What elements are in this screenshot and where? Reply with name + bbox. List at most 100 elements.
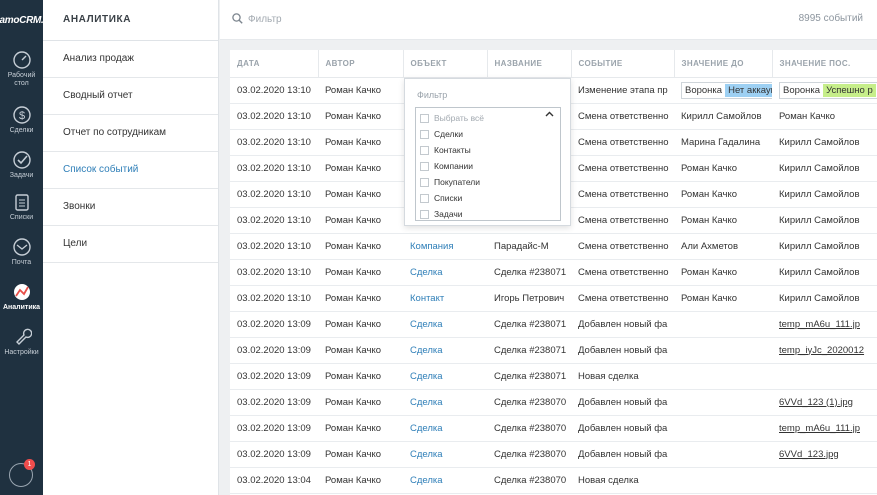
column-header[interactable]: НАЗВАНИЕ <box>487 50 572 78</box>
option-checkbox[interactable] <box>420 145 429 155</box>
option-checkbox[interactable] <box>420 209 429 219</box>
event-author: Роман Качко <box>318 181 403 208</box>
event-object-link[interactable]: Сделка <box>403 363 487 390</box>
value-before <box>674 467 772 494</box>
event-type: Смена ответственно <box>571 259 674 286</box>
envelope-icon <box>12 238 31 256</box>
menu-item[interactable]: Сводный отчет <box>43 78 218 115</box>
column-header[interactable]: ЗНАЧЕНИЕ ПОС. <box>772 50 877 78</box>
stage-tag: Успешно р <box>823 83 876 97</box>
app-logo[interactable]: amoCRM. <box>0 0 44 40</box>
event-author: Роман Качко <box>318 441 403 468</box>
object-filter-option[interactable]: Задачи <box>420 207 463 221</box>
object-filter-option[interactable]: Компании <box>420 159 473 173</box>
select-all-checkbox[interactable] <box>420 113 429 123</box>
event-date: 03.02.2020 13:10 <box>230 129 318 156</box>
value-after: Кирилл Самойлов <box>772 129 877 156</box>
table-row[interactable]: 03.02.2020 13:04 Роман Качко Сделка Сделка … <box>230 467 877 494</box>
event-type: Добавлен новый фа <box>571 389 674 416</box>
value-after: Кирилл Самойлов <box>772 181 877 208</box>
attached-file-link[interactable]: temp_mA6u_111.jp <box>772 311 877 338</box>
event-object-link[interactable]: Сделка <box>403 259 487 286</box>
object-filter-option[interactable]: Сделки <box>420 127 463 141</box>
event-object-link[interactable]: Сделка <box>403 415 487 442</box>
column-header[interactable]: АВТОР <box>318 50 404 78</box>
rail-item-settings[interactable]: Настройки <box>0 327 43 357</box>
event-entity-name: Сделка #238070 <box>487 441 571 468</box>
value-before: Али Ахметов <box>674 233 772 260</box>
event-author: Роман Качко <box>318 103 403 130</box>
event-type: Добавлен новый фа <box>571 415 674 442</box>
event-entity-name: Сделка #238070 <box>487 415 571 442</box>
event-object-link[interactable]: Сделка <box>403 389 487 416</box>
attached-file-link[interactable]: 6VVd_123.jpg <box>772 441 877 468</box>
object-filter-option[interactable]: Контакты <box>420 143 471 157</box>
event-entity-name: Сделка #238071 <box>487 337 571 364</box>
event-type: Смена ответственно <box>571 181 674 208</box>
rail-item-tasks[interactable]: Задачи <box>0 150 43 180</box>
select-all-option[interactable]: Выбрать всё <box>420 111 484 125</box>
column-header[interactable]: ОБЪЕКТ <box>403 50 488 78</box>
event-entity-name: Парадайс-М <box>487 233 571 260</box>
event-object-link[interactable]: Сделка <box>403 311 487 338</box>
value-before <box>674 363 772 390</box>
option-label: Покупатели <box>434 177 480 187</box>
menu-item[interactable]: Список событий <box>43 152 218 189</box>
rail-label: Списки <box>9 214 34 221</box>
table-row[interactable]: 03.02.2020 13:09 Роман Качко Сделка Сделка … <box>230 389 877 416</box>
table-row[interactable]: 03.02.2020 13:09 Роман Качко Сделка Сделка … <box>230 337 877 364</box>
event-object-link[interactable]: Контакт <box>403 285 487 312</box>
event-author: Роман Качко <box>318 155 403 182</box>
event-object-link[interactable]: Сделка <box>403 441 487 468</box>
table-row[interactable]: 03.02.2020 13:09 Роман Качко Сделка Сделка … <box>230 363 877 390</box>
attached-file-link[interactable]: 6VVd_123 (1).jpg <box>772 389 877 416</box>
menu-item[interactable]: Отчет по сотрудникам <box>43 115 218 152</box>
rail-item-analytics[interactable]: Аналитика <box>0 282 43 312</box>
event-object-link[interactable]: Сделка <box>403 467 487 494</box>
attached-file-link[interactable]: temp_iyJc_2020012 <box>772 337 877 364</box>
event-date: 03.02.2020 13:10 <box>230 77 318 104</box>
column-header[interactable]: ДАТА <box>230 50 319 78</box>
event-object-link[interactable]: Сделка <box>403 337 487 364</box>
attached-file-link[interactable]: temp_mA6u_111.jp <box>772 415 877 442</box>
value-after: Воронка Успешно р <box>772 77 877 104</box>
chevron-up-icon[interactable] <box>545 111 554 117</box>
option-checkbox[interactable] <box>420 129 429 139</box>
event-date: 03.02.2020 13:04 <box>230 467 318 494</box>
object-filter-option[interactable]: Покупатели <box>420 175 480 189</box>
table-row[interactable]: 03.02.2020 13:10Роман КачкоСделкаСделка … <box>230 259 877 286</box>
rail-item-deals[interactable]: $ Сделки <box>0 105 43 135</box>
event-date: 03.02.2020 13:09 <box>230 311 318 338</box>
table-row[interactable]: 03.02.2020 13:09 Роман Качко Сделка Сделка … <box>230 311 877 338</box>
table-row[interactable]: 03.02.2020 13:10 Роман Качко Компания Парад… <box>230 233 877 260</box>
menu-item[interactable]: Звонки <box>43 189 218 226</box>
menu-item[interactable]: Анализ продаж <box>43 41 218 78</box>
value-before-box: Воронка Нет аккаун <box>681 81 772 99</box>
value-before <box>674 311 772 338</box>
column-header[interactable]: СОБЫТИЕ <box>571 50 675 78</box>
table-row[interactable]: 03.02.2020 13:10 Роман Качко Контакт Игорь … <box>230 285 877 312</box>
option-checkbox[interactable] <box>420 161 429 171</box>
filter-input[interactable] <box>248 10 548 28</box>
value-before: Роман Качко <box>674 155 772 182</box>
menu-item[interactable]: Цели <box>43 226 218 263</box>
event-date: 03.02.2020 13:10 <box>230 181 318 208</box>
event-type: Добавлен новый фа <box>571 441 674 468</box>
rail-item-lists[interactable]: Списки <box>0 192 43 222</box>
option-checkbox[interactable] <box>420 177 429 187</box>
object-filter-option[interactable]: Списки <box>420 191 462 205</box>
column-header[interactable]: ЗНАЧЕНИЕ ДО <box>674 50 773 78</box>
chart-icon <box>13 284 30 300</box>
svg-text:$: $ <box>18 110 24 122</box>
pipeline-name: Воронка <box>685 84 723 96</box>
rail-item-mail[interactable]: Почта <box>0 237 43 267</box>
value-before: Роман Качко <box>674 285 772 312</box>
rail-item-dashboard[interactable]: Рабочий стол <box>0 50 43 88</box>
value-before <box>674 415 772 442</box>
table-row[interactable]: 03.02.2020 13:09 Роман Качко Сделка Сделка … <box>230 441 877 468</box>
event-type: Смена ответственно <box>571 129 674 156</box>
event-author: Роман Качко <box>318 467 403 494</box>
option-checkbox[interactable] <box>420 193 429 203</box>
event-object-link[interactable]: Компания <box>403 233 487 260</box>
table-row[interactable]: 03.02.2020 13:09 Роман Качко Сделка Сделка … <box>230 415 877 442</box>
